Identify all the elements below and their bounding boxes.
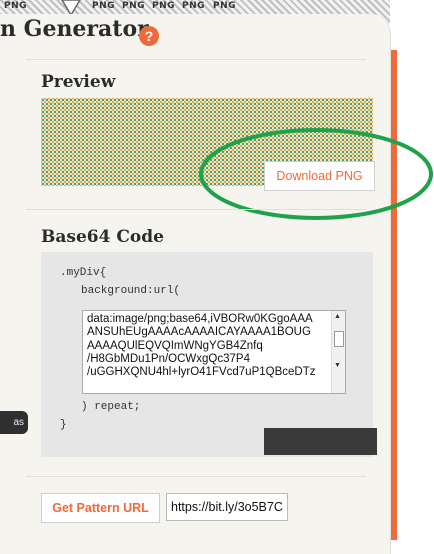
scroll-up-icon[interactable]: ▲: [334, 313, 341, 320]
base64-value: data:image/png;base64,iVBORw0KGgoAAA ANS…: [87, 313, 316, 379]
divider: [26, 476, 366, 477]
side-tab[interactable]: as: [0, 411, 28, 434]
strip-label: PNG: [92, 1, 116, 11]
strip-label: PNG: [182, 1, 206, 11]
code-selector: .myDiv{: [60, 267, 107, 279]
strip-label: PNG: [122, 1, 146, 11]
textarea-scrollbar[interactable]: ▲ ▼: [331, 311, 345, 393]
page-title: n Generator: [0, 16, 149, 42]
strip-label: PNG: [4, 1, 28, 11]
scroll-down-icon[interactable]: ▼: [334, 362, 341, 369]
scroll-thumb[interactable]: [334, 331, 344, 347]
preview-heading: Preview: [41, 72, 116, 92]
dark-overlay-block: [264, 428, 377, 455]
help-icon[interactable]: ?: [139, 26, 159, 46]
divider: [26, 209, 366, 210]
strip-label: PNG: [213, 1, 237, 11]
pattern-url-field[interactable]: [166, 493, 288, 521]
base64-textarea[interactable]: data:image/png;base64,iVBORw0KGgoAAA ANS…: [82, 310, 346, 394]
code-background: background:url(: [81, 285, 181, 297]
base64-heading: Base64 Code: [41, 227, 164, 247]
accent-bar: [391, 50, 397, 540]
strip-label: PNG: [152, 1, 176, 11]
get-pattern-url-button[interactable]: Get Pattern URL: [41, 493, 160, 523]
divider: [26, 59, 366, 60]
highlight-ellipse-annotation: [199, 128, 433, 220]
code-repeat: ) repeat;: [81, 401, 141, 413]
code-close: }: [60, 419, 67, 431]
